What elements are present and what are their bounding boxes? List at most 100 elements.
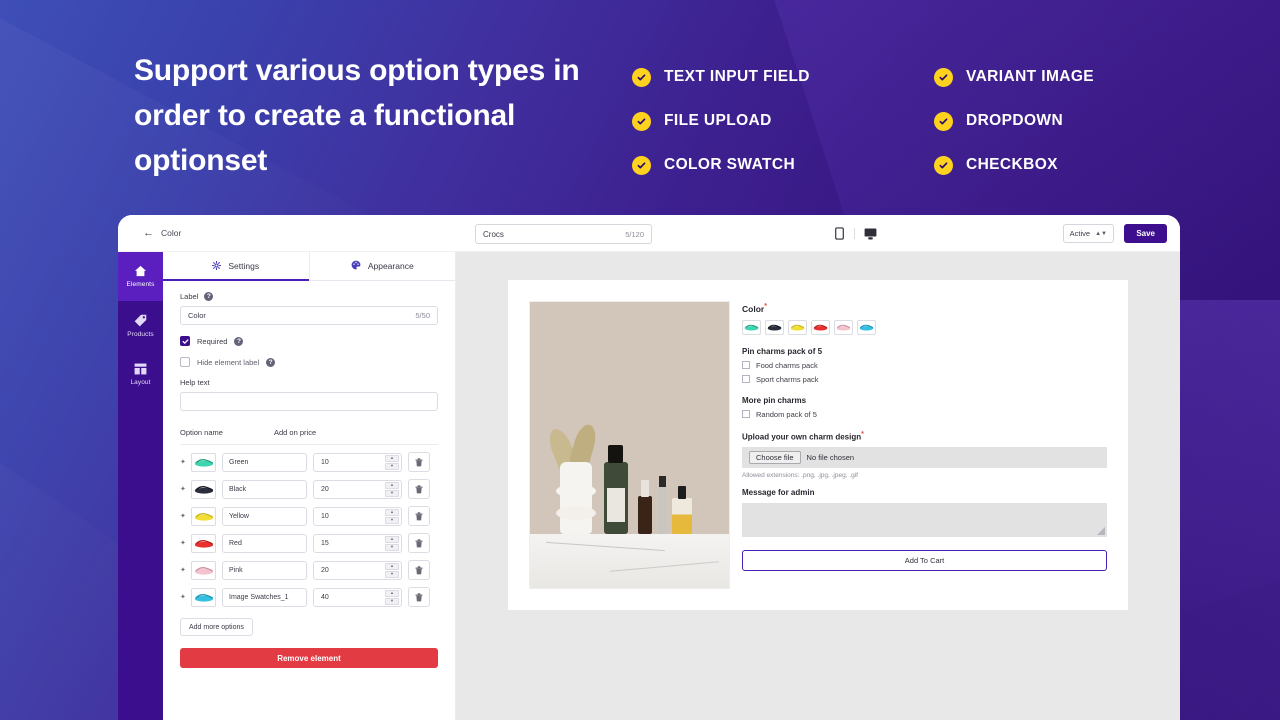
help-tooltip-icon[interactable]: ?: [234, 336, 244, 346]
swatch-black[interactable]: [765, 319, 784, 335]
app-window: ← Color Crocs 5/120 Active ▲▼ Save Eleme…: [118, 215, 1180, 720]
required-checkbox[interactable]: [180, 336, 190, 346]
caret-down-icon[interactable]: ▼: [385, 516, 399, 524]
caret-down-icon[interactable]: ▼: [385, 489, 399, 497]
option-name-input[interactable]: Image Swatches_1: [222, 587, 307, 607]
desktop-icon[interactable]: [863, 226, 877, 241]
option-price-value: 15: [321, 539, 329, 547]
caret-down-icon[interactable]: ▼: [385, 543, 399, 551]
option-name-input[interactable]: Red: [222, 533, 307, 553]
caret-up-icon[interactable]: ▲: [385, 535, 399, 543]
option-name-input[interactable]: Pink: [222, 560, 307, 580]
optionset-title-input[interactable]: Crocs 5/120: [475, 224, 652, 244]
sidebar-item-products[interactable]: Products: [118, 301, 163, 350]
option-name-input[interactable]: Yellow: [222, 506, 307, 526]
serum-bottle-decor: [638, 480, 652, 534]
caret-down-icon[interactable]: ▼: [385, 597, 399, 605]
check-circle-icon: [632, 155, 651, 175]
delete-option-button[interactable]: [408, 560, 430, 580]
price-stepper[interactable]: ▲ ▼: [385, 562, 399, 578]
caret-up-icon[interactable]: ▲: [385, 508, 399, 516]
back-to-color-link[interactable]: ← Color: [143, 227, 181, 239]
required-asterisk: *: [764, 303, 767, 310]
option-name-input[interactable]: Black: [222, 479, 307, 499]
price-stepper[interactable]: ▲ ▼: [385, 481, 399, 497]
preview-checkbox-random-pack[interactable]: Random pack of 5: [742, 410, 1107, 419]
option-swatch-thumbnail[interactable]: [191, 560, 216, 580]
option-price-input[interactable]: 10 ▲ ▼: [313, 452, 402, 472]
checkbox-icon[interactable]: [742, 410, 750, 419]
message-textarea[interactable]: [742, 503, 1107, 538]
swatch-yellow[interactable]: [788, 319, 807, 335]
price-stepper[interactable]: ▲ ▼: [385, 508, 399, 524]
caret-up-icon[interactable]: ▲: [385, 481, 399, 489]
caret-down-icon[interactable]: ▼: [385, 462, 399, 470]
price-stepper[interactable]: ▲ ▼: [385, 454, 399, 470]
label-input[interactable]: Color 5/50: [180, 306, 438, 325]
option-price-input[interactable]: 15 ▲ ▼: [313, 533, 402, 553]
option-price-input[interactable]: 20 ▲ ▼: [313, 560, 402, 580]
option-price-value: 20: [321, 485, 329, 493]
swatch-red[interactable]: [811, 319, 830, 335]
mobile-icon[interactable]: [832, 226, 846, 241]
caret-up-icon[interactable]: ▲: [385, 589, 399, 597]
status-dropdown[interactable]: Active ▲▼: [1062, 224, 1114, 243]
drag-handle-icon[interactable]: ✦: [180, 459, 186, 466]
feature-item-text-input-field: TEXT INPUT FIELD: [632, 55, 934, 99]
checkbox-icon[interactable]: [742, 361, 750, 370]
drag-handle-icon[interactable]: ✦: [180, 594, 186, 601]
choose-file-button[interactable]: Choose file: [749, 451, 801, 465]
option-price-input[interactable]: 40 ▲ ▼: [313, 587, 402, 607]
delete-option-button[interactable]: [408, 506, 430, 526]
add-more-options-button[interactable]: Add more options: [180, 618, 253, 636]
help-tooltip-icon[interactable]: ?: [204, 292, 214, 301]
tab-settings[interactable]: Settings: [163, 252, 310, 281]
caret-up-icon[interactable]: ▲: [385, 454, 399, 462]
vase-decor: [556, 462, 596, 534]
option-price-input[interactable]: 20 ▲ ▼: [313, 479, 402, 499]
help-text-input[interactable]: [180, 392, 438, 411]
save-button[interactable]: Save: [1124, 224, 1167, 243]
sidebar-item-label: Products: [127, 330, 154, 338]
swatch-pink[interactable]: [834, 319, 853, 335]
perfume-bottle-decor: [672, 486, 692, 534]
hide-element-label-row[interactable]: Hide element label ?: [180, 357, 438, 367]
price-stepper[interactable]: ▲ ▼: [385, 589, 399, 605]
preview-checkbox-food-charms[interactable]: Food charms pack: [742, 361, 1107, 370]
feature-item-color-swatch: COLOR SWATCH: [632, 143, 934, 187]
delete-option-button[interactable]: [408, 479, 430, 499]
hide-element-label-checkbox[interactable]: [180, 357, 190, 367]
file-upload-field[interactable]: Choose file No file chosen: [742, 447, 1107, 469]
preview-checkbox-sport-charms[interactable]: Sport charms pack: [742, 375, 1107, 384]
option-price-input[interactable]: 10 ▲ ▼: [313, 506, 402, 526]
drag-handle-icon[interactable]: ✦: [180, 567, 186, 574]
home-icon: [134, 265, 147, 277]
option-swatch-thumbnail[interactable]: [191, 587, 216, 607]
drag-handle-icon[interactable]: ✦: [180, 486, 186, 493]
delete-option-button[interactable]: [408, 452, 430, 472]
help-tooltip-icon[interactable]: ?: [266, 357, 276, 367]
drag-handle-icon[interactable]: ✦: [180, 540, 186, 547]
swatch-green[interactable]: [742, 319, 761, 335]
checkbox-icon[interactable]: [742, 375, 750, 384]
sidebar-item-layout[interactable]: Layout: [118, 350, 163, 399]
option-name-input[interactable]: Green: [222, 452, 307, 472]
add-to-cart-button[interactable]: Add To Cart: [742, 550, 1107, 572]
drag-handle-icon[interactable]: ✦: [180, 513, 186, 520]
option-swatch-thumbnail[interactable]: [191, 506, 216, 526]
required-checkbox-row[interactable]: Required ?: [180, 336, 438, 346]
swatch-blue[interactable]: [857, 319, 876, 335]
tab-appearance[interactable]: Appearance: [309, 252, 455, 280]
delete-option-button[interactable]: [408, 587, 430, 607]
option-swatch-thumbnail[interactable]: [191, 452, 216, 472]
caret-up-icon[interactable]: ▲: [385, 562, 399, 570]
price-stepper[interactable]: ▲ ▼: [385, 535, 399, 551]
option-swatch-thumbnail[interactable]: [191, 533, 216, 553]
options-table-body: ✦ Green 10 ▲ ▼ ✦ Black 20 ▲ ▼ ✦ Yellow 1…: [180, 452, 438, 607]
remove-element-button[interactable]: Remove element: [180, 648, 438, 668]
sidebar-item-elements[interactable]: Elements: [118, 252, 163, 301]
caret-down-icon[interactable]: ▼: [385, 570, 399, 578]
promo-banner: Support various option types in order to…: [0, 0, 1280, 720]
option-swatch-thumbnail[interactable]: [191, 479, 216, 499]
delete-option-button[interactable]: [408, 533, 430, 553]
